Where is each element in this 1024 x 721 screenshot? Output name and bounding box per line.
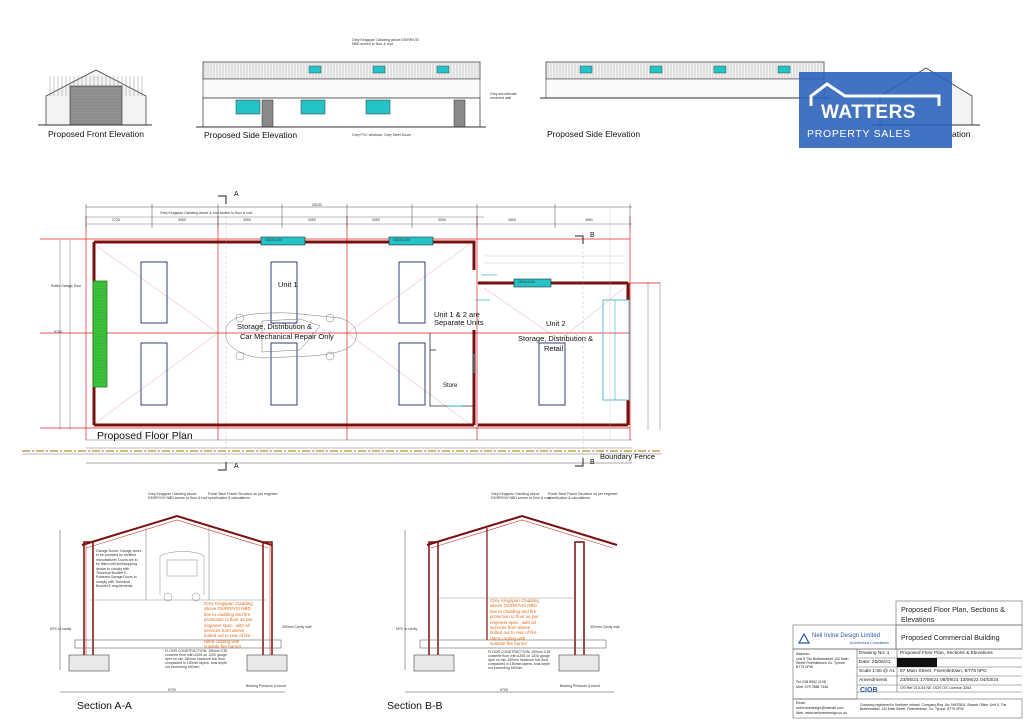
side-elevation-label-2: Proposed Side Elevation (547, 129, 641, 139)
section-b-marker-bottom: B (590, 459, 595, 466)
watters-logo: WATTERS PROPERTY SALES (799, 72, 952, 148)
section-a-foundation: Bearing Pressure & found (246, 684, 287, 688)
section-a-marker-top: A (234, 191, 239, 198)
section-b-roof-note: Grey Kingspan Cladding above DS/RR/VS/ N… (491, 492, 551, 500)
drawing-description: Proposed Floor Plan, Sections & Elevatio… (900, 651, 993, 656)
redacted-block (897, 658, 937, 667)
unit1-use-line2: Car Mechanical Repair Only (240, 332, 334, 341)
section-b-cavity-wall: 300mm Cavity wall (590, 625, 620, 629)
os-reference: OS Ref 213-04 NE OCR OS Licence 3264 (900, 686, 972, 690)
width-dim: 9700 (54, 330, 62, 334)
side-elevation-2-drawing (540, 61, 830, 99)
section-a-marker-bottom: A (234, 463, 239, 470)
company-footer: Company registered in Northern Ireland. … (860, 703, 1007, 712)
site-address: 87 Main Street, Fivemiletown, BT75 0PG (900, 669, 987, 674)
section-a-frame-note: Portal Steel Frame Structure as per engi… (208, 492, 278, 500)
rear-elevation-label-partial: ation (952, 129, 971, 139)
window-note: Grey PVC windows, Grey Steel Doors (352, 133, 411, 137)
amendment-dates: 23/06/21 17/08/21 08/09/21 13/06/22 04/0… (900, 678, 999, 683)
cladding-note: Grey Kingspan Cladding above DS/RR/VS/ N… (352, 38, 419, 46)
drawing-scale: Scale 1:50 @ A1 (859, 669, 895, 674)
drawing-title-line1: Proposed Floor Plan, Sections & (901, 605, 1005, 614)
garage-doors-note: Garage Doors: Garage doors to be provide… (96, 549, 142, 588)
window-dim-1: 1800x1100 (265, 238, 283, 242)
section-b-dpc: DPC to cavity (396, 627, 418, 631)
project-title: Proposed Commercial Building (901, 633, 1000, 642)
drawing-date: Date: 25/06/21 (859, 660, 891, 665)
unit2-use-line2: Retail (544, 344, 564, 353)
website: Web: www.neilirvinedesign.co.uk (796, 711, 847, 715)
window-dim-2: 1800x1100 (393, 238, 411, 242)
side-elevation-label: Proposed Side Elevation (204, 130, 298, 140)
dimension-label: 3050 (243, 218, 251, 222)
section-a-dpc: DPC to cavity (50, 627, 72, 631)
logo-word-property-sales: PROPERTY SALES (807, 128, 911, 140)
company-name: Neil Irvine Design Limited (812, 633, 881, 639)
overall-length-dim: 25100 (312, 203, 322, 207)
unit1-use-line1: Storage, Distribution & (237, 322, 313, 331)
floor-plan-drawing (22, 195, 662, 471)
ciob-logo: CIOB (860, 687, 878, 694)
logo-word-watters: WATTERS (821, 102, 916, 123)
render-note: Grey smoothcast rendered wall (490, 92, 517, 100)
drawing-no: Drawing No: 1 (859, 651, 890, 656)
dimension-label: 3050 (308, 218, 316, 222)
window-dim-3: 1800x1100 (518, 280, 536, 284)
section-a-title: Section A-A (77, 700, 132, 712)
front-elevation-label: Proposed Front Elevation (48, 129, 144, 139)
store-label: Store (443, 383, 458, 389)
section-b-marker-top: B (590, 232, 595, 239)
unit1-label: Unit 1 (278, 280, 298, 289)
address-block-label: Address: (796, 652, 810, 656)
dimension-label: 2725 (112, 218, 120, 222)
mobile: Mob: 079 7888 7346 (796, 685, 829, 689)
section-b-span-dim: 9700 (500, 688, 508, 692)
drawing-title-line2: Elevations (901, 615, 935, 624)
unit2-use-line1: Storage, Distribution & (518, 334, 594, 343)
email: neil.irvinedesign@hotmail.com (796, 706, 844, 710)
section-b-foundation: Bearing Pressure & found (560, 684, 601, 688)
dimension-label: 3050 (438, 218, 446, 222)
unit2-label: Unit 2 (546, 319, 566, 328)
dimension-label: 3050 (178, 218, 186, 222)
boundary-fence-label: Boundary Fence (600, 452, 656, 461)
gutter-note: Grey Kingspan Cladding above & roof scre… (160, 211, 253, 215)
front-elevation-drawing (38, 69, 152, 126)
section-a-span-dim: 9700 (168, 688, 176, 692)
section-b-floor-construction: FLOOR CONSTRUCTION: 150mm C35 concrete f… (488, 650, 551, 670)
section-a-roof-note: Grey Kingspan Cladding above DS/RR/VS/ N… (148, 492, 208, 500)
dimension-label: 2800 (508, 218, 516, 222)
side-elevation-1-drawing (196, 61, 486, 128)
section-b-frame-note: Portal Steel Frame Structure as per engi… (548, 492, 618, 500)
section-b-title: Section B-B (387, 700, 443, 712)
section-b-orange-note: Grey Kingspan Cladding above DS/RR/VS/ N… (490, 598, 539, 647)
section-a-orange-note: Grey Kingspan Cladding above DS/RR/VS/ N… (204, 601, 253, 650)
divider-note-line2: Separate Units (434, 318, 484, 327)
dimension-label: 3050 (372, 218, 380, 222)
address-block: Unit 5 The Buttermarket 132 Main Street … (796, 657, 849, 670)
roller-door-note: Roller Garage Door (51, 284, 82, 288)
telephone: Tel: 028 8952 2108 (796, 680, 826, 684)
floor-plan-title: Proposed Floor Plan (97, 430, 193, 442)
company-emblem-icon (798, 632, 810, 644)
section-a-cavity-wall: 300mm Cavity wall (282, 625, 312, 629)
company-logo: Neil Irvine Design Limited Architectural… (798, 631, 893, 647)
email-label: Email: (796, 701, 806, 705)
dimension-label: 4960 (585, 218, 593, 222)
amendments-label: Amendments (859, 678, 888, 683)
section-a-floor-construction: FLOOR CONSTRUCTION: 150mm C35 concrete f… (165, 649, 228, 669)
company-sub: Architectural Consultants (850, 641, 889, 645)
